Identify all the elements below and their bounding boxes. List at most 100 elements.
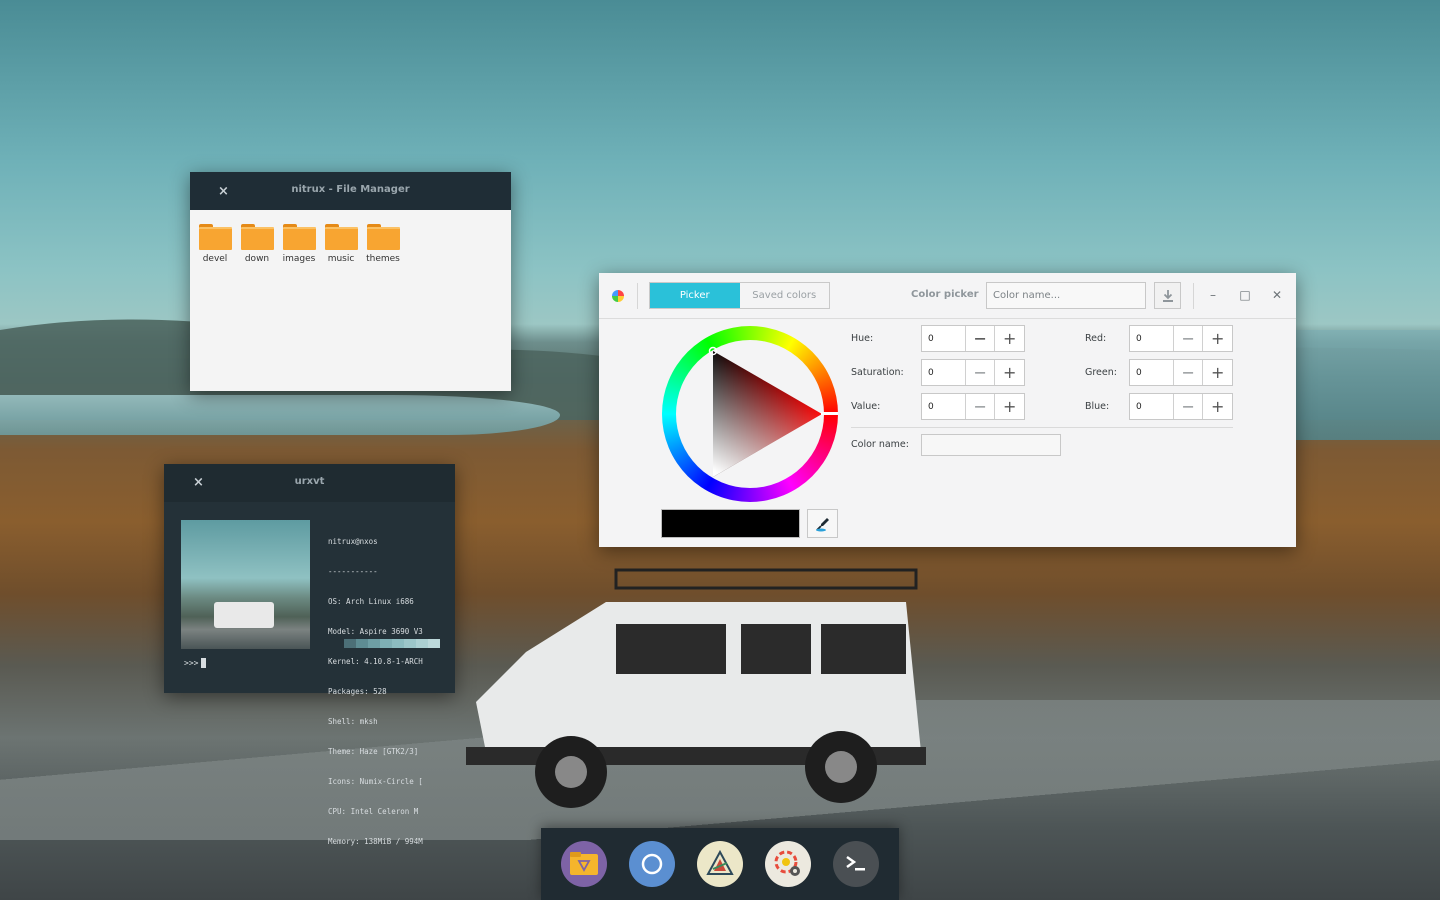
info-line: OS: Arch Linux i686 <box>328 597 414 606</box>
plus-icon: + <box>1003 363 1017 382</box>
color-picker-window[interactable]: Picker Saved colors Color picker – □ ✕ <box>599 273 1296 547</box>
increment-button[interactable]: + <box>995 360 1024 385</box>
system-info: nitrux@nxos ----------- OS: Arch Linux i… <box>328 517 423 867</box>
palette-swatch <box>380 639 392 648</box>
terminal-window[interactable]: × urxvt nitrux@nxos ----------- OS: Arch… <box>164 464 455 846</box>
current-color-swatch <box>661 509 800 538</box>
folder-icon <box>240 224 274 250</box>
dock-item-terminal[interactable] <box>833 841 879 887</box>
wallpaper-lake <box>0 395 560 435</box>
decrement-button[interactable]: − <box>1174 394 1204 419</box>
palette-swatch <box>392 639 404 648</box>
decrement-button[interactable]: − <box>966 360 996 385</box>
maximize-icon: □ <box>1239 288 1251 302</box>
increment-button[interactable]: + <box>995 394 1024 419</box>
info-line: Memory: 138MiB / 994M <box>328 837 423 846</box>
decrement-button[interactable]: − <box>1174 360 1204 385</box>
saturation-spinbox[interactable]: 0 − + <box>921 359 1025 386</box>
info-line: ----------- <box>328 567 378 576</box>
dock-item-drawing-app[interactable] <box>697 841 743 887</box>
folder-icon <box>198 224 232 250</box>
value-value[interactable]: 0 <box>922 394 966 419</box>
divider <box>1193 283 1194 309</box>
decrement-button[interactable]: − <box>966 394 996 419</box>
color-name-search-input[interactable] <box>986 282 1146 309</box>
plus-icon: + <box>1003 329 1017 348</box>
color-settings-icon <box>774 850 800 876</box>
blue-value[interactable]: 0 <box>1130 394 1174 419</box>
saturation-label: Saturation: <box>851 367 904 378</box>
increment-button[interactable]: + <box>1203 360 1232 385</box>
minus-icon: − <box>973 363 987 382</box>
minus-icon: − <box>973 397 987 416</box>
minus-icon: − <box>973 329 987 348</box>
increment-button[interactable]: + <box>995 326 1024 351</box>
increment-button[interactable]: + <box>1203 326 1232 351</box>
red-value[interactable]: 0 <box>1130 326 1174 351</box>
minimize-button[interactable]: – <box>1204 286 1222 304</box>
tab-picker[interactable]: Picker <box>650 283 740 308</box>
dock-item-chromium[interactable] <box>629 841 675 887</box>
color-name-label: Color name: <box>851 439 909 450</box>
palette-swatch <box>368 639 380 648</box>
view-tabs: Picker Saved colors <box>649 282 830 309</box>
red-label: Red: <box>1085 333 1107 344</box>
window-title: urxvt <box>294 476 325 487</box>
folder-item-down[interactable]: down <box>240 224 274 264</box>
plus-icon: + <box>1003 397 1017 416</box>
close-button[interactable]: ✕ <box>1268 286 1286 304</box>
wallpaper-thumbnail <box>181 520 310 649</box>
palette-swatch <box>344 639 356 648</box>
info-line: nitrux@nxos <box>328 537 378 546</box>
save-color-button[interactable] <box>1154 282 1181 309</box>
saturation-value-triangle[interactable] <box>662 326 838 502</box>
folder-item-images[interactable]: images <box>282 224 316 264</box>
red-spinbox[interactable]: 0 − + <box>1129 325 1233 352</box>
color-picker-header: Picker Saved colors Color picker – □ ✕ <box>599 273 1296 319</box>
terminal-prompt[interactable]: >>> <box>184 658 207 668</box>
decrement-button[interactable]: − <box>966 326 996 351</box>
folder-item-music[interactable]: music <box>324 224 358 264</box>
dock-item-color-settings[interactable] <box>765 841 811 887</box>
saturation-value[interactable]: 0 <box>922 360 966 385</box>
plus-icon: + <box>1211 363 1225 382</box>
info-line: Packages: 528 <box>328 687 387 696</box>
maximize-button[interactable]: □ <box>1236 286 1254 304</box>
info-line: Shell: mksh <box>328 717 378 726</box>
green-spinbox[interactable]: 0 − + <box>1129 359 1233 386</box>
hue-wheel[interactable] <box>662 326 838 502</box>
window-title: nitrux - File Manager <box>291 184 410 195</box>
decrement-button[interactable]: − <box>1174 326 1204 351</box>
dock-item-file-manager[interactable] <box>561 841 607 887</box>
folder-item-devel[interactable]: devel <box>198 224 232 264</box>
minus-icon: − <box>1181 329 1195 348</box>
hue-marker[interactable] <box>821 412 838 415</box>
terminal-titlebar[interactable]: × urxvt <box>164 464 455 502</box>
file-manager-window[interactable]: × nitrux - File Manager devel down image… <box>190 172 511 391</box>
value-spinbox[interactable]: 0 − + <box>921 393 1025 420</box>
header-title: Color picker <box>911 289 979 300</box>
green-value[interactable]: 0 <box>1130 360 1174 385</box>
color-name-field[interactable] <box>921 434 1061 456</box>
palette-swatch <box>356 639 368 648</box>
green-label: Green: <box>1085 367 1117 378</box>
download-icon <box>1162 289 1173 302</box>
text-cursor <box>201 658 207 668</box>
tab-saved-colors[interactable]: Saved colors <box>739 283 829 308</box>
file-manager-titlebar[interactable]: × nitrux - File Manager <box>190 172 511 210</box>
color-wheel-app-icon <box>612 290 624 302</box>
folder-item-themes[interactable]: themes <box>366 224 400 264</box>
file-grid: devel down images music themes <box>190 210 511 264</box>
folder-icon <box>282 224 316 250</box>
increment-button[interactable]: + <box>1203 394 1232 419</box>
value-label: Value: <box>851 401 881 412</box>
minus-icon: − <box>1181 363 1195 382</box>
eyedropper-button[interactable] <box>807 509 838 538</box>
blue-spinbox[interactable]: 0 − + <box>1129 393 1233 420</box>
hue-value[interactable]: 0 <box>922 326 966 351</box>
close-icon: ✕ <box>1271 288 1283 302</box>
chromium-icon <box>641 853 663 875</box>
hue-spinbox[interactable]: 0 − + <box>921 325 1025 352</box>
blue-label: Blue: <box>1085 401 1110 412</box>
eyedropper-icon <box>815 517 829 531</box>
